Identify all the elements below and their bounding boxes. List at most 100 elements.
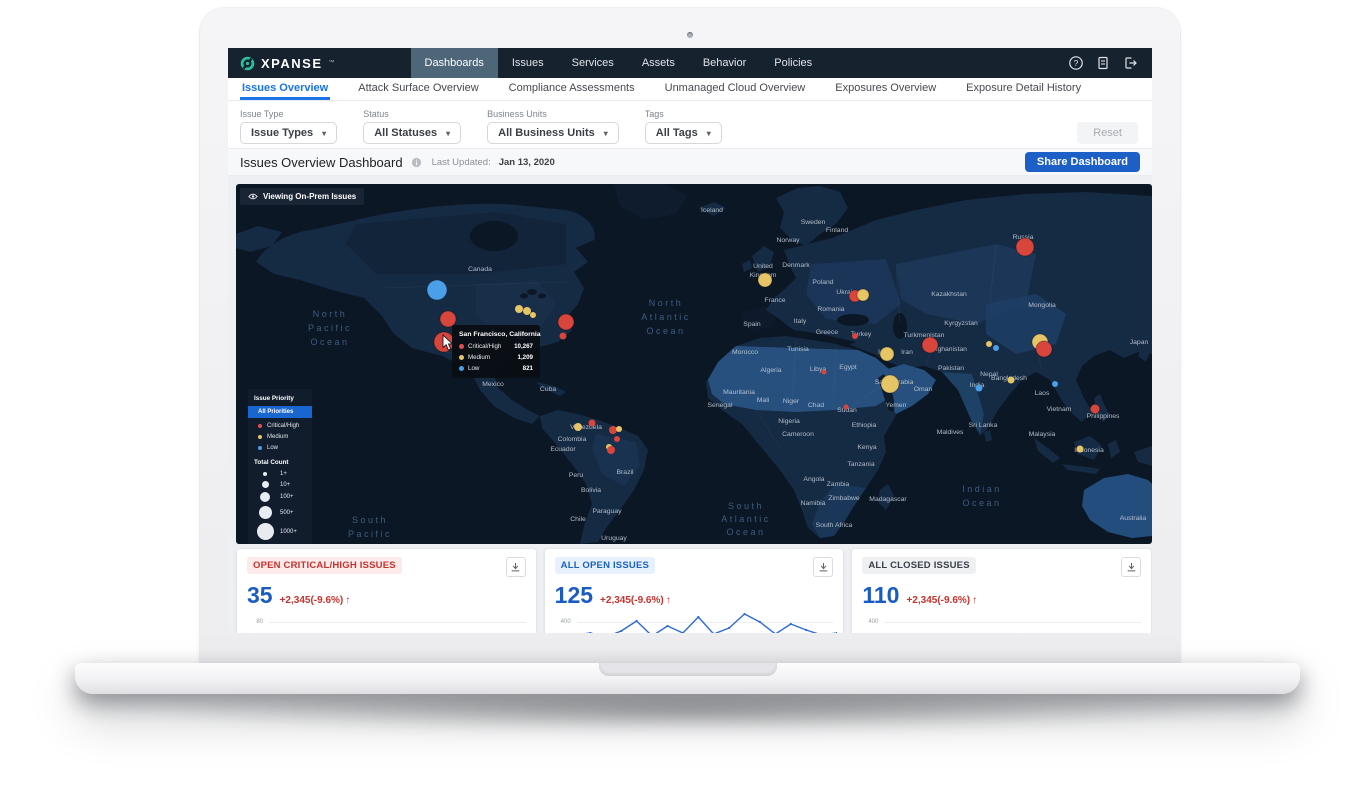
issue-dot-red[interactable] — [1016, 238, 1034, 256]
issue-dot-yellow[interactable] — [1077, 446, 1084, 453]
issue-dot-red[interactable] — [589, 420, 596, 427]
release-notes-icon[interactable] — [1095, 55, 1111, 71]
country-label-iran: Iran — [901, 349, 913, 356]
issue-dot-yellow[interactable] — [530, 312, 536, 318]
country-label-spain: Spain — [743, 321, 761, 328]
issue-dot-red[interactable] — [609, 426, 617, 434]
issue-dot-yellow[interactable] — [881, 375, 899, 393]
country-label-madagascar: Madagascar — [869, 496, 907, 503]
legend-size-label: 10+ — [280, 482, 290, 488]
count-circle-icon — [263, 472, 267, 476]
issue-dot-yellow[interactable] — [857, 289, 869, 301]
legend-size-1000: 1000+ — [254, 521, 306, 542]
issue-dot-red[interactable] — [614, 436, 620, 442]
ocean-label: Pacific — [348, 529, 392, 539]
filter-label: Issue Type — [240, 109, 337, 119]
brand-logo[interactable]: XPANSE™ — [228, 48, 347, 78]
download-button[interactable] — [813, 557, 833, 577]
tab-exposures-overview[interactable]: Exposures Overview — [833, 78, 938, 100]
issue-type-dropdown[interactable]: Issue Types▾ — [240, 122, 337, 144]
laptop-base — [75, 663, 1300, 694]
country-label-algeria: Algeria — [760, 367, 781, 374]
chart-tick-row: 300 — [862, 629, 1141, 633]
issue-dot-blue[interactable] — [1052, 381, 1058, 387]
download-icon — [510, 562, 521, 573]
nav-item-policies[interactable]: Policies — [760, 48, 826, 78]
issue-dot-yellow[interactable] — [574, 423, 582, 431]
status-dropdown[interactable]: All Statuses▾ — [363, 122, 461, 144]
legend-priority-medium[interactable]: Medium — [254, 431, 306, 442]
legend-priority-title: Issue Priority — [254, 395, 306, 402]
country-label-yemen: Yemen — [886, 402, 907, 409]
laptop-mockup: XPANSE™ DashboardsIssuesServicesAssetsBe… — [0, 0, 1364, 797]
issue-dot-red[interactable] — [607, 446, 615, 454]
card-value-row: 125+2,345(-9.6%)↑ — [555, 582, 834, 608]
laptop-screen-bezel: XPANSE™ DashboardsIssuesServicesAssetsBe… — [200, 8, 1180, 663]
nav-item-issues[interactable]: Issues — [498, 48, 558, 78]
filter-group-tags: TagsAll Tags▾ — [645, 109, 722, 144]
download-button[interactable] — [1121, 557, 1141, 577]
issue-dot-red[interactable] — [922, 337, 938, 353]
card-header: ALL CLOSED ISSUES — [862, 557, 1141, 577]
nav-item-assets[interactable]: Assets — [628, 48, 689, 78]
tab-unmanaged-cloud-overview[interactable]: Unmanaged Cloud Overview — [663, 78, 808, 100]
tab-exposure-detail-history[interactable]: Exposure Detail History — [964, 78, 1083, 100]
issue-dot-yellow[interactable] — [515, 305, 523, 313]
issue-dot-red[interactable] — [560, 333, 567, 340]
issue-dot-blue[interactable] — [427, 280, 447, 300]
map-tooltip: San Francisco, California Critical/High1… — [452, 325, 540, 378]
legend-priority-critical-high[interactable]: Critical/High — [254, 420, 306, 431]
tab-issues-overview[interactable]: Issues Overview — [240, 78, 330, 100]
issue-dot-yellow[interactable] — [616, 426, 622, 432]
business-units-dropdown[interactable]: All Business Units▾ — [487, 122, 619, 144]
issue-dot-red[interactable] — [844, 405, 849, 410]
info-icon[interactable] — [411, 157, 422, 168]
issue-dot-blue[interactable] — [993, 345, 999, 351]
count-circle-icon — [257, 523, 274, 540]
nav-item-services[interactable]: Services — [558, 48, 628, 78]
issue-dot-red[interactable] — [822, 370, 827, 375]
issue-dot-yellow[interactable] — [1008, 377, 1015, 384]
tab-compliance-assessments[interactable]: Compliance Assessments — [507, 78, 637, 100]
nav-item-behavior[interactable]: Behavior — [689, 48, 760, 78]
ocean-label: Ocean — [310, 337, 349, 347]
issue-dot-yellow[interactable] — [986, 341, 992, 347]
country-label-malaysia: Malaysia — [1029, 431, 1056, 438]
ocean-label: North — [649, 298, 684, 308]
country-label-denmark: Denmark — [782, 262, 810, 269]
issue-dot-blue[interactable] — [976, 385, 983, 392]
issue-dot-red[interactable] — [1091, 405, 1100, 414]
chart-tick-row: 80 — [247, 615, 526, 629]
download-button[interactable] — [506, 557, 526, 577]
issue-dot-yellow[interactable] — [758, 273, 772, 287]
last-updated-date: Jan 13, 2020 — [499, 157, 555, 168]
issue-dot-yellow[interactable] — [880, 347, 894, 361]
legend-all-priorities[interactable]: All Priorities — [248, 406, 312, 418]
nav-item-dashboards[interactable]: Dashboards — [411, 48, 498, 78]
country-label-finland: Finland — [826, 227, 849, 234]
share-dashboard-button[interactable]: Share Dashboard — [1025, 152, 1140, 172]
legend-size-500: 500+ — [254, 504, 306, 521]
issue-dot-yellow[interactable] — [523, 307, 531, 315]
issue-dot-red[interactable] — [852, 333, 858, 339]
help-icon[interactable]: ? — [1068, 55, 1084, 71]
country-label-colombia: Colombia — [558, 436, 587, 443]
laptop-notch — [599, 663, 777, 676]
tab-attack-surface-overview[interactable]: Attack Surface Overview — [356, 78, 480, 100]
world-issues-map[interactable]: NorthPacificOceanNorthAtlanticOceanSouth… — [236, 184, 1152, 544]
issue-dot-red[interactable] — [1036, 341, 1052, 357]
critical-high-dot-icon — [459, 344, 464, 349]
country-label-niger: Niger — [783, 398, 800, 405]
up-arrow-icon: ↑ — [345, 595, 350, 606]
map-legend: Issue Priority All Priorities Critical/H… — [248, 389, 312, 544]
count-circle-icon — [259, 506, 272, 519]
card-value: 35 — [247, 582, 273, 608]
country-label-paraguay: Paraguay — [592, 508, 622, 515]
tags-dropdown[interactable]: All Tags▾ — [645, 122, 722, 144]
reset-button[interactable]: Reset — [1077, 122, 1138, 144]
country-label-senegal: Senegal — [708, 402, 733, 409]
logout-icon[interactable] — [1122, 55, 1138, 71]
download-icon — [1126, 562, 1137, 573]
legend-priority-low[interactable]: Low — [254, 442, 306, 453]
issue-dot-red[interactable] — [558, 314, 574, 330]
